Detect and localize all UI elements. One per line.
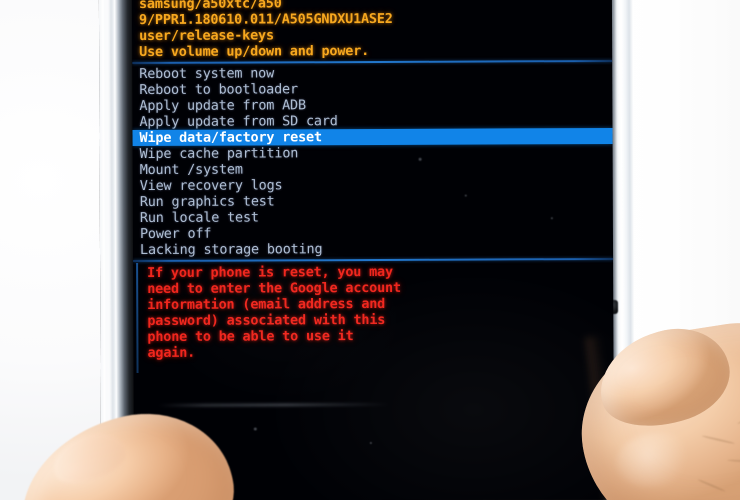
screen-speck-2 [464,194,467,197]
photo-scene: Android Recovery samsung/a50xtc/a50 9/PP… [0,0,740,500]
screen-smudge [158,402,389,407]
menu-item-run-locale-test[interactable]: Run locale test [140,209,259,226]
screen-speck-4 [253,427,257,431]
warning-left-rule [136,263,139,374]
right-hand-knuckle-2 [612,427,698,493]
header-line-keys: user/release-keys [139,27,274,45]
divider-top [132,59,613,65]
menu-item-wipe-data-factory-reset[interactable]: Wipe data/factory reset [132,127,613,147]
right-hand-hair-3 [697,478,726,493]
menu-item-run-graphics-test[interactable]: Run graphics test [140,193,275,210]
screen-speck-1 [418,157,422,161]
right-hand-hair-2 [727,459,740,464]
menu-item-view-recovery-logs[interactable]: View recovery logs [140,177,283,194]
menu-item-reboot-to-bootloader[interactable]: Reboot to bootloader [139,81,298,98]
warning-line-1: If your phone is reset, you may [147,263,393,281]
header-line-build: 9/PPR1.180610.011/A505GNDXU1ASE2 [138,10,393,29]
screen-speck-3 [550,217,553,220]
header-line-hint: Use volume up/down and power. [139,43,370,61]
warning-line-5: phone to be able to use it [147,328,354,345]
menu-item-lacking-storage-booting[interactable]: Lacking storage booting [140,241,322,258]
warning-line-6: again. [147,344,196,361]
menu-item-wipe-cache-partition[interactable]: Wipe cache partition [140,145,299,162]
warning-line-2: need to enter the Google account [147,279,401,297]
menu-item-reboot-system-now[interactable]: Reboot system now [139,65,274,82]
divider-bottom [133,257,614,263]
menu-item-apply-update-sd-card[interactable]: Apply update from SD card [139,113,337,130]
warning-line-3: information (email address and [147,295,386,313]
menu-item-power-off[interactable]: Power off [140,226,211,242]
screen-speck-5 [369,442,372,445]
right-hand-hair-1 [701,434,736,445]
phone-screen: Android Recovery samsung/a50xtc/a50 9/PP… [131,0,615,500]
menu-item-mount-system[interactable]: Mount /system [140,162,243,178]
header-line-device: samsung/a50xtc/a50 [138,0,282,13]
warning-line-4: password) associated with this [147,311,386,329]
menu-item-apply-update-adb[interactable]: Apply update from ADB [139,97,306,114]
